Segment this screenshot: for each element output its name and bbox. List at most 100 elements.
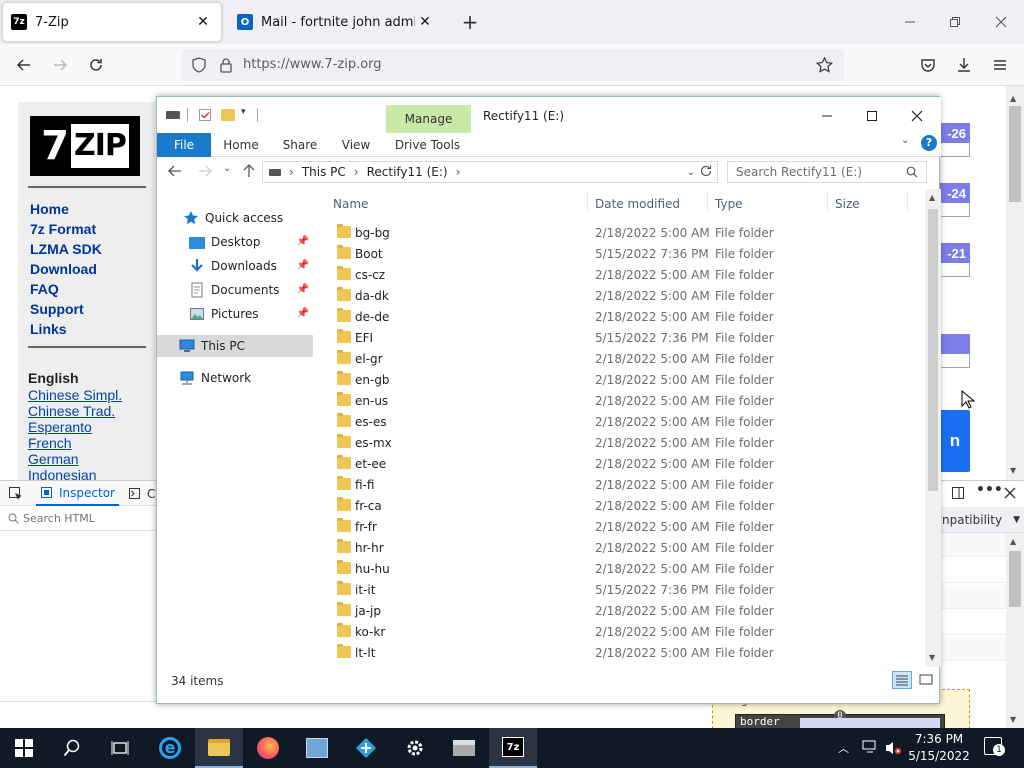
column-date-modified[interactable]: Date modified (595, 192, 680, 216)
breadcrumb-this-pc[interactable]: This PC (302, 165, 346, 179)
file-row[interactable]: fr-fr 2/18/2022 5:00 AM File folder (325, 517, 915, 538)
ribbon-expand-icon[interactable]: ⌄ (901, 135, 909, 146)
file-row[interactable]: da-dk 2/18/2022 5:00 AM File folder (325, 286, 915, 307)
column-name[interactable]: Name (333, 192, 368, 216)
column-separator[interactable] (907, 191, 908, 211)
downloads-button[interactable] (952, 54, 976, 76)
start-button[interactable] (0, 728, 48, 768)
back-button[interactable] (12, 54, 36, 76)
file-tab[interactable]: File (157, 133, 211, 157)
file-row[interactable]: lt-lt 2/18/2022 5:00 AM File folder (325, 643, 915, 664)
tab-close-icon[interactable]: ✕ (193, 14, 213, 30)
app-taskbar-button[interactable] (342, 728, 390, 768)
tray-chevron-up-icon[interactable]: ︿ (838, 740, 849, 756)
reload-button[interactable] (84, 54, 108, 76)
download-button[interactable]: n (940, 410, 970, 472)
close-window-button[interactable] (981, 8, 1021, 36)
nav-downloads[interactable]: Downloads 📌 (157, 255, 313, 277)
address-bar[interactable]: › This PC › Rectify11 (E:) › ⌄ (262, 161, 718, 183)
file-row[interactable]: Boot 5/15/2022 7:36 PM File folder (325, 244, 915, 265)
qat-dropdown-icon[interactable]: ▾ (241, 107, 246, 117)
nav-pictures[interactable]: Pictures 📌 (157, 303, 313, 325)
explorer-back-button[interactable] (167, 163, 183, 179)
file-row[interactable]: ja-jp 2/18/2022 5:00 AM File folder (325, 601, 915, 622)
new-tab-button[interactable]: + (458, 12, 482, 34)
details-view-button[interactable] (892, 671, 912, 689)
explorer-search-box[interactable]: Search Rectify11 (E:) (727, 161, 927, 183)
file-row[interactable]: et-ee 2/18/2022 5:00 AM File folder (325, 454, 915, 475)
file-row[interactable]: el-gr 2/18/2022 5:00 AM File folder (325, 349, 915, 370)
nav-quick-access[interactable]: Quick access (157, 207, 313, 229)
lang-chinese-simpl[interactable]: Chinese Simpl. (28, 387, 122, 403)
file-row[interactable]: ko-kr 2/18/2022 5:00 AM File folder (325, 622, 915, 643)
file-row[interactable]: es-es 2/18/2022 5:00 AM File folder (325, 412, 915, 433)
pin-icon[interactable]: 📌 (297, 284, 309, 295)
nav-home[interactable]: Home (30, 199, 102, 219)
settings-taskbar-button[interactable] (391, 728, 439, 768)
nav-network[interactable]: Network (157, 367, 313, 389)
pin-icon[interactable]: 📌 (297, 236, 309, 247)
pin-icon[interactable]: 📌 (297, 260, 309, 271)
nav-desktop[interactable]: Desktop 📌 (157, 231, 313, 253)
scrollbar-thumb[interactable] (1009, 106, 1021, 202)
lang-german[interactable]: German (28, 451, 122, 467)
column-type[interactable]: Type (715, 192, 743, 216)
scrollbar-thumb[interactable] (1009, 551, 1021, 607)
tab-close-icon[interactable]: ✕ (415, 14, 435, 30)
version-badge[interactable]: -26 (940, 123, 970, 143)
breadcrumb-drive[interactable]: Rectify11 (E:) (367, 165, 448, 179)
file-explorer-taskbar-button[interactable] (195, 728, 243, 768)
minimize-button[interactable] (890, 8, 930, 36)
app-taskbar-button[interactable] (440, 728, 488, 768)
devtools-scrollbar[interactable]: ▲ ▼ (1006, 533, 1024, 731)
drive-tools-tab[interactable]: Drive Tools (389, 133, 466, 157)
lang-french[interactable]: French (28, 435, 122, 451)
file-row[interactable]: it-it 5/15/2022 7:36 PM File folder (325, 580, 915, 601)
column-separator[interactable] (707, 191, 708, 211)
file-list-scrollbar[interactable]: ▲ ▼ (925, 189, 941, 667)
scrollbar-thumb[interactable] (928, 209, 938, 491)
explorer-close-button[interactable] (897, 105, 937, 127)
forward-button[interactable] (48, 54, 72, 76)
nav-links[interactable]: Links (30, 319, 102, 339)
url-text[interactable]: https://www.7-zip.org (243, 57, 382, 72)
file-row[interactable]: en-gb 2/18/2022 5:00 AM File folder (325, 370, 915, 391)
view-tab[interactable]: View (335, 133, 377, 157)
explorer-maximize-button[interactable] (852, 105, 892, 127)
manage-tab[interactable]: Manage (386, 105, 471, 133)
share-tab[interactable]: Share (277, 133, 323, 157)
url-bar[interactable]: https://www.7-zip.org (182, 49, 844, 81)
new-folder-icon[interactable] (221, 109, 235, 121)
version-badge[interactable]: -24 (940, 183, 970, 203)
system-clock[interactable]: 7:36 PM 5/15/2022 (898, 731, 980, 765)
lang-esperanto[interactable]: Esperanto (28, 419, 122, 435)
up-button[interactable] (241, 163, 257, 179)
file-row[interactable]: es-mx 2/18/2022 5:00 AM File folder (325, 433, 915, 454)
column-separator[interactable] (827, 191, 828, 211)
tab-mail[interactable]: O Mail - fortnite john admin - Ou ✕ (229, 3, 443, 41)
nav-this-pc[interactable]: This PC (157, 335, 313, 357)
large-icons-view-button[interactable] (917, 671, 935, 689)
restore-button[interactable] (935, 8, 975, 36)
app-taskbar-button[interactable] (293, 728, 341, 768)
file-row[interactable]: hu-hu 2/18/2022 5:00 AM File folder (325, 559, 915, 580)
file-row[interactable]: fr-ca 2/18/2022 5:00 AM File folder (325, 496, 915, 517)
file-row[interactable]: bg-bg 2/18/2022 5:00 AM File folder (325, 223, 915, 244)
file-row[interactable]: EFI 5/15/2022 7:36 PM File folder (325, 328, 915, 349)
nav-documents[interactable]: Documents 📌 (157, 279, 313, 301)
pin-icon[interactable]: 📌 (297, 308, 309, 319)
nav-lzma-sdk[interactable]: LZMA SDK (30, 239, 102, 259)
explorer-minimize-button[interactable] (807, 105, 847, 127)
console-tab[interactable]: C (128, 481, 155, 506)
refresh-button[interactable] (699, 164, 713, 178)
task-view-button[interactable] (96, 728, 144, 768)
column-size[interactable]: Size (835, 192, 860, 216)
nav-support[interactable]: Support (30, 299, 102, 319)
address-dropdown-icon[interactable]: ⌄ (687, 167, 695, 178)
home-tab[interactable]: Home (219, 133, 263, 157)
nav-7z-format[interactable]: 7z Format (30, 219, 102, 239)
nav-faq[interactable]: FAQ (30, 279, 102, 299)
column-separator[interactable] (587, 191, 588, 211)
file-row[interactable]: de-de 2/18/2022 5:00 AM File folder (325, 307, 915, 328)
help-icon[interactable]: ? (921, 135, 937, 151)
